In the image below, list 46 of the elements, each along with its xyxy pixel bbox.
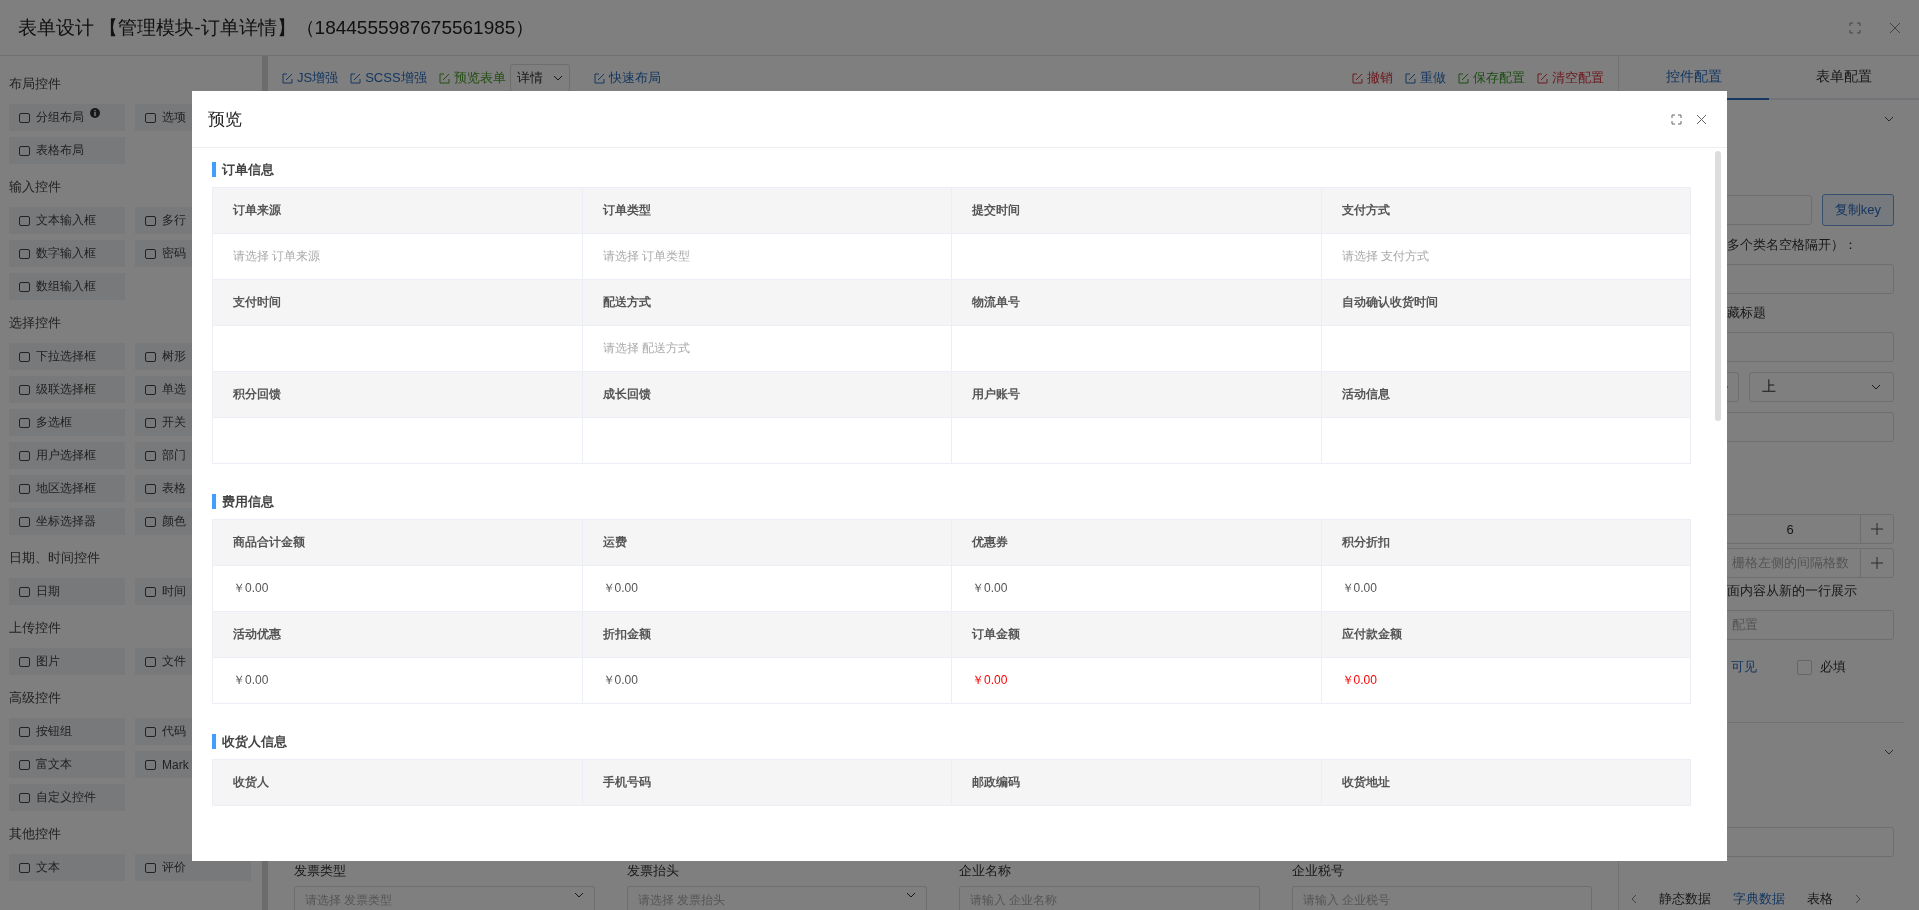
field-label: 企业税号 (1291, 862, 1345, 880)
table-header-cell: 成长回馈 (582, 372, 952, 418)
table-header-cell: 收货人 (213, 760, 583, 806)
field-label: 发票抬头 (626, 862, 680, 880)
table-header-cell: 支付方式 (1321, 188, 1691, 234)
section-title: 费用信息 (212, 494, 1691, 509)
group-title: 输入控件 (9, 178, 61, 196)
group-title: 其他控件 (9, 825, 61, 843)
table-header-cell: 手机号码 (582, 760, 952, 806)
table-header-cell: 活动信息 (1321, 372, 1691, 418)
table-header-cell: 商品合计金额 (213, 520, 583, 566)
table-header-cell: 运费 (582, 520, 952, 566)
table-header-cell: 折扣金额 (582, 612, 952, 658)
table-header-cell: 用户账号 (952, 372, 1322, 418)
table-header-cell: 订单金额 (952, 612, 1322, 658)
table-header-cell: 应付款金额 (1321, 612, 1691, 658)
table-header-cell: 积分折扣 (1321, 520, 1691, 566)
table-header-cell: 积分回馈 (213, 372, 583, 418)
table-cell: ￥0.00 (1321, 658, 1691, 704)
table-header-cell: 活动优惠 (213, 612, 583, 658)
group-title: 布局控件 (9, 75, 61, 93)
table-header-cell: 订单类型 (582, 188, 952, 234)
table-cell: ￥0.00 (952, 658, 1322, 704)
table-header-cell: 配送方式 (582, 280, 952, 326)
group-title: 选择控件 (9, 314, 61, 332)
field-label: 发票类型 (294, 862, 347, 880)
table-header-cell: 收货地址 (1321, 760, 1691, 806)
table-header-cell: 优惠券 (952, 520, 1322, 566)
dialog-title: 预览 (208, 108, 242, 131)
table-header-cell: 提交时间 (952, 188, 1322, 234)
field-label: 多个类名空格隔开）： (1726, 236, 1858, 254)
table-header-cell: 支付时间 (213, 280, 583, 326)
field-label: 企业名称 (959, 862, 1012, 880)
section-title: 收货人信息 (212, 734, 1691, 749)
table-header-cell: 订单来源 (213, 188, 583, 234)
field-label: 藏标题 (1726, 304, 1767, 322)
group-title: 高级控件 (9, 689, 61, 707)
table-header-cell: 自动确认收货时间 (1321, 280, 1691, 326)
group-title: 上传控件 (9, 619, 61, 637)
table-header-cell: 物流单号 (952, 280, 1322, 326)
group-title: 日期、时间控件 (9, 549, 100, 567)
table-cell: ￥0.00 (582, 658, 952, 704)
table-header-cell: 邮政编码 (952, 760, 1322, 806)
table-cell: ￥0.00 (213, 658, 583, 704)
window-title: 表单设计 【管理模块-订单详情】（1844555987675561985） (18, 15, 535, 40)
section-title: 订单信息 (212, 162, 1691, 177)
